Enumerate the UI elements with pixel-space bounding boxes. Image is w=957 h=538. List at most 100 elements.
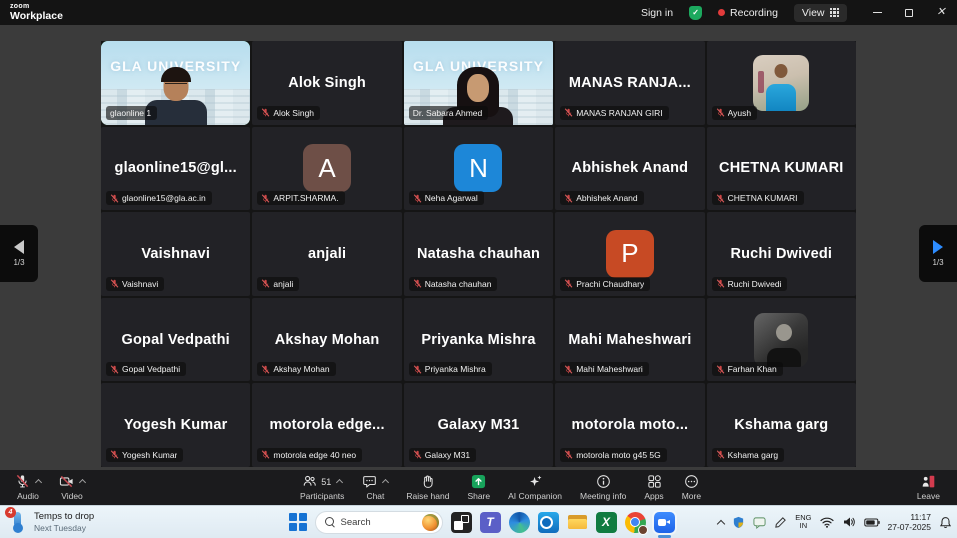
participant-tile[interactable]: motorola moto... motorola moto g45 5G	[555, 383, 704, 467]
participant-name-label: Ayush	[712, 106, 757, 120]
participant-name-label: Galaxy M31	[409, 448, 476, 462]
taskbar-pinned-apps: TX	[451, 512, 675, 533]
participant-name-label: anjali	[257, 277, 299, 291]
video-button[interactable]: Video	[50, 470, 94, 505]
participants-options-chevron-icon[interactable]	[336, 479, 343, 486]
participant-tile[interactable]: motorola edge... motorola edge 40 neo	[252, 383, 401, 467]
participant-tile[interactable]: Gopal Vedpathi Gopal Vedpathi	[101, 298, 250, 382]
arrow-right-icon	[933, 240, 943, 254]
encryption-shield-icon[interactable]: ✓	[689, 6, 702, 20]
excel-icon[interactable]: X	[596, 512, 617, 533]
chevron-up-icon[interactable]	[717, 519, 725, 527]
close-button[interactable]: ✕	[925, 0, 957, 25]
search-placeholder: Search	[341, 517, 416, 528]
participant-name-label: CHETNA KUMARI	[712, 191, 804, 205]
muted-mic-icon	[716, 279, 725, 288]
participant-tile[interactable]: Yogesh Kumar Yogesh Kumar	[101, 383, 250, 467]
participant-name-label: Abhishek Anand	[560, 191, 643, 205]
muted-mic-icon	[716, 108, 725, 117]
participant-tile[interactable]: Vaishnavi Vaishnavi	[101, 212, 250, 296]
security-icon[interactable]	[732, 516, 745, 529]
wifi-icon[interactable]	[820, 516, 834, 528]
share-screen-button[interactable]: Share	[458, 470, 499, 505]
muted-mic-icon	[261, 450, 270, 459]
participant-tile[interactable]: glaonline15@gl... glaonline15@gla.ac.in	[101, 127, 250, 211]
participant-name-label: Gopal Vedpathi	[106, 362, 186, 376]
next-page-button[interactable]: 1/3	[919, 225, 957, 282]
battery-icon[interactable]	[864, 518, 880, 527]
participant-name-label: ARPIT.SHARMA.	[257, 191, 344, 205]
participant-name-label: Natasha chauhan	[409, 277, 498, 291]
zoom-icon[interactable]	[654, 512, 675, 533]
meeting-toolbar: Audio Video 51	[0, 470, 957, 505]
meeting-info-button[interactable]: Meeting info	[571, 470, 635, 505]
clock-widget[interactable]: 11:17 27-07-2025	[888, 512, 931, 532]
participant-tile[interactable]: Priyanka Mishra Priyanka Mishra	[404, 298, 553, 382]
muted-mic-icon	[261, 108, 270, 117]
participant-tile[interactable]: Ruchi Dwivedi Ruchi Dwivedi	[707, 212, 856, 296]
audio-options-chevron-icon[interactable]	[35, 479, 42, 486]
participant-tile[interactable]: Farhan Khan	[707, 298, 856, 382]
notification-icon[interactable]	[939, 516, 952, 529]
more-button[interactable]: More	[673, 470, 710, 505]
participant-tile[interactable]: anjali anjali	[252, 212, 401, 296]
outlook-icon[interactable]	[538, 512, 559, 533]
muted-mic-icon	[716, 450, 725, 459]
chat-icon[interactable]	[753, 516, 766, 529]
participant-tile[interactable]: P Prachi Chaudhary	[555, 212, 704, 296]
participant-tile[interactable]: Akshay Mohan Akshay Mohan	[252, 298, 401, 382]
search-highlight-image[interactable]	[422, 514, 439, 531]
start-button[interactable]	[289, 513, 307, 531]
leave-button[interactable]: Leave	[908, 470, 949, 505]
participant-tile[interactable]: GLA UNIVERSITY glaonline 1	[101, 41, 250, 125]
participant-tile[interactable]: GLA UNIVERSITY Dr. Sabara Ahmed	[404, 41, 553, 125]
volume-icon[interactable]	[842, 516, 856, 528]
sign-in-link[interactable]: Sign in	[641, 7, 673, 19]
participants-button[interactable]: 51 Participants	[291, 470, 353, 505]
muted-mic-icon	[564, 108, 573, 117]
muted-mic-icon	[261, 365, 270, 374]
system-tray: ENG IN 11:17 27-07-2025	[718, 512, 952, 532]
restore-button[interactable]	[893, 0, 925, 25]
chat-options-chevron-icon[interactable]	[382, 479, 389, 486]
participant-avatar: N	[454, 144, 502, 192]
participants-count: 51	[321, 477, 331, 487]
participant-tile[interactable]: Kshama garg Kshama garg	[707, 383, 856, 467]
teams-icon[interactable]: T	[480, 512, 501, 533]
apps-button[interactable]: Apps	[635, 470, 672, 505]
language-indicator[interactable]: ENG IN	[795, 514, 811, 530]
participant-tile[interactable]: N Neha Agarwal	[404, 127, 553, 211]
minimize-button[interactable]	[861, 0, 893, 25]
taskbar-search-box[interactable]: Search	[315, 511, 443, 534]
participant-tile[interactable]: CHETNA KUMARI CHETNA KUMARI	[707, 127, 856, 211]
info-circle-icon	[596, 474, 611, 489]
participant-tile[interactable]: Mahi Maheshwari Mahi Maheshwari	[555, 298, 704, 382]
muted-mic-icon	[413, 194, 422, 203]
muted-mic-icon	[716, 365, 725, 374]
raise-hand-button[interactable]: Raise hand	[397, 470, 458, 505]
recording-indicator[interactable]: Recording	[718, 7, 778, 19]
edge-icon[interactable]	[509, 512, 530, 533]
audio-button[interactable]: Audio	[6, 470, 50, 505]
participant-avatar	[753, 55, 809, 111]
video-options-chevron-icon[interactable]	[79, 479, 86, 486]
chat-button[interactable]: Chat	[353, 470, 397, 505]
previous-page-button[interactable]: 1/3	[0, 225, 38, 282]
participant-name-label: glaonline 1	[106, 106, 157, 120]
participant-tile[interactable]: Natasha chauhan Natasha chauhan	[404, 212, 553, 296]
chrome-icon[interactable]	[625, 512, 646, 533]
ai-companion-button[interactable]: AI Companion	[499, 470, 571, 505]
file-explorer-icon[interactable]	[567, 512, 588, 533]
task-view-icon[interactable]	[451, 512, 472, 533]
participant-tile[interactable]: MANAS RANJA... MANAS RANJAN GIRI	[555, 41, 704, 125]
taskbar-weather-widget[interactable]: 4 Temps to drop Next Tuesday	[7, 510, 94, 534]
participant-tile[interactable]: A ARPIT.SHARMA.	[252, 127, 401, 211]
participant-tile[interactable]: Ayush	[707, 41, 856, 125]
participants-grid: GLA UNIVERSITY glaonline 1 Alok Singh Al…	[101, 41, 856, 467]
participant-tile[interactable]: Galaxy M31 Galaxy M31	[404, 383, 553, 467]
muted-mic-icon	[716, 194, 725, 203]
view-button[interactable]: View	[794, 4, 847, 22]
participant-tile[interactable]: Alok Singh Alok Singh	[252, 41, 401, 125]
participant-tile[interactable]: Abhishek Anand Abhishek Anand	[555, 127, 704, 211]
pen-input-icon[interactable]	[774, 516, 787, 529]
